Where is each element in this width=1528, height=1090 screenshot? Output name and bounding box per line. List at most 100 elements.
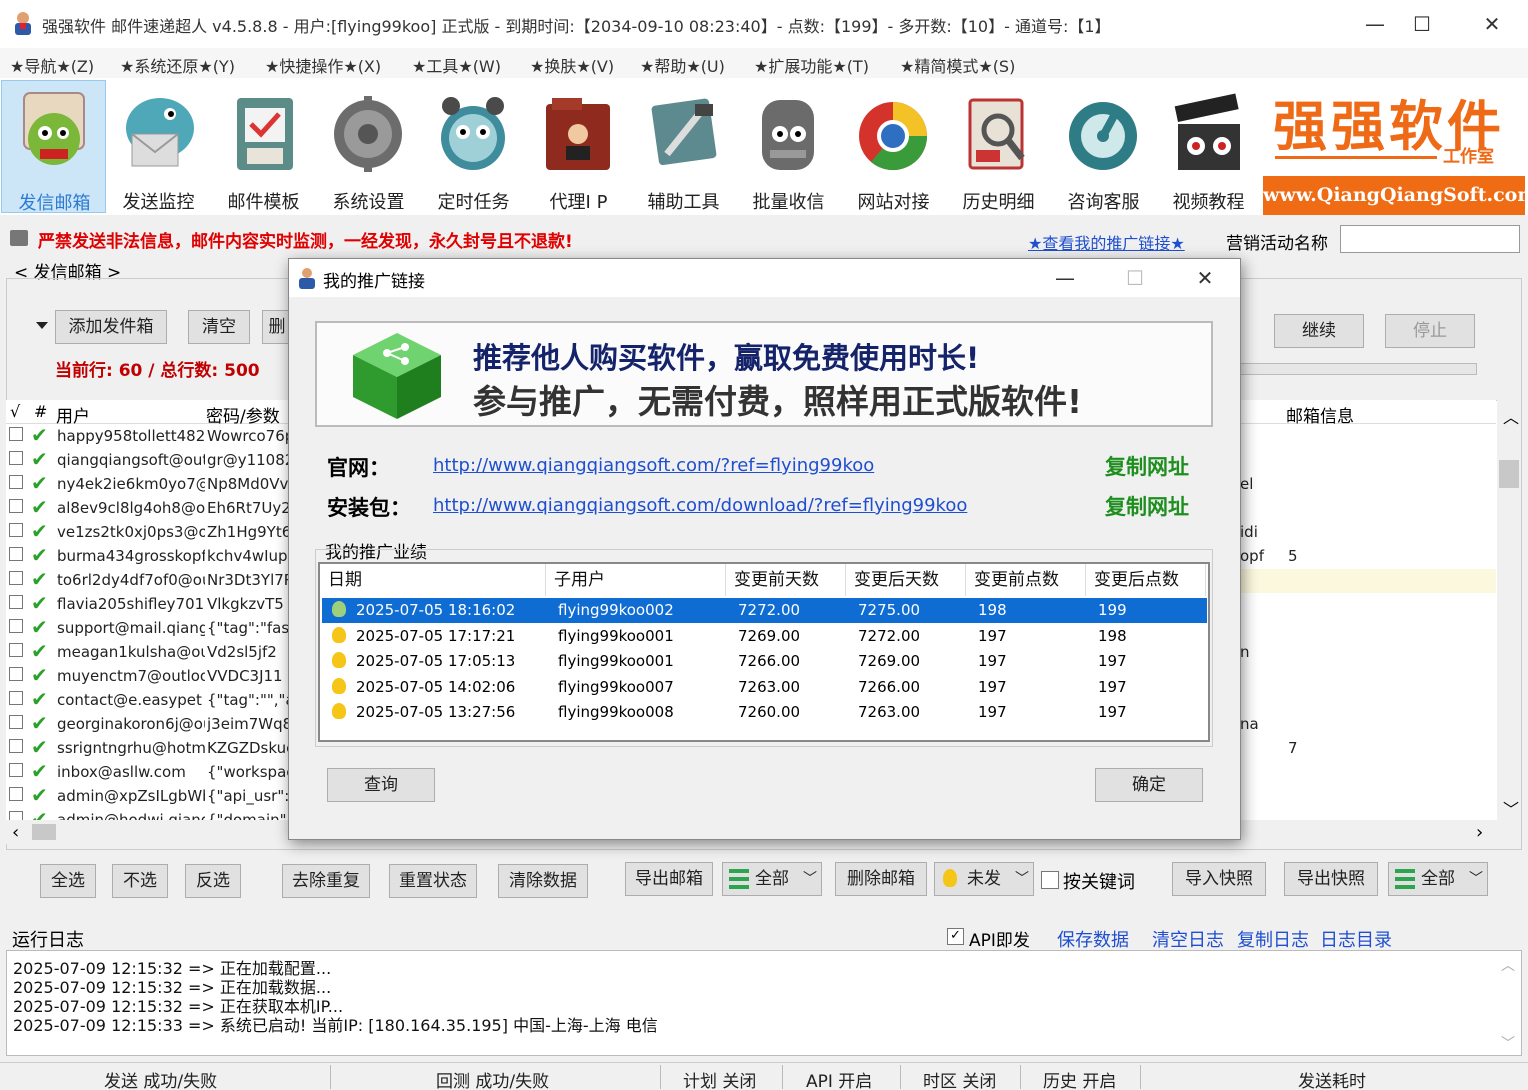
performance-row[interactable]: 2025-07-05 17:05:13 flying99koo001 7266.00…	[322, 649, 1207, 674]
tool-helper[interactable]: 辅助工具	[631, 80, 736, 213]
close-button[interactable]: ✕	[1472, 10, 1512, 38]
row-checkbox[interactable]	[9, 595, 23, 609]
export-snapshot-button[interactable]: 导出快照	[1284, 862, 1378, 896]
snapshot-scope-select[interactable]: 全部 ﹀	[1388, 862, 1488, 896]
import-snapshot-button[interactable]: 导入快照	[1172, 862, 1266, 896]
menu-quick[interactable]: ★快捷操作★(X)	[265, 53, 381, 77]
window-title: 强强软件 邮件速递超人 v4.5.8.8 - 用户:[flying99koo] …	[42, 17, 1111, 36]
row-checkbox[interactable]	[9, 667, 23, 681]
row-checkbox[interactable]	[9, 499, 23, 513]
maximize-button[interactable]: ☐	[1402, 10, 1442, 38]
row-checkbox[interactable]	[9, 691, 23, 705]
scroll-down-icon[interactable]: ﹀	[1503, 796, 1519, 820]
row-checkbox[interactable]	[9, 547, 23, 561]
cell-points-after: 197	[1098, 652, 1127, 670]
clear-button[interactable]: 清空	[188, 310, 250, 344]
tool-settings[interactable]: 系统设置	[316, 80, 421, 213]
success-check-icon: ✔	[31, 473, 48, 495]
status-separator	[782, 1065, 783, 1089]
grid-vertical-scrollbar[interactable]: ︿ ﹀	[1497, 400, 1521, 820]
api-instant-checkbox[interactable]: ✓	[947, 928, 964, 945]
row-info: el	[1240, 475, 1254, 493]
scroll-up-icon[interactable]: ︿	[1501, 955, 1515, 975]
copy-package-url-button[interactable]: 复制网址	[1105, 491, 1189, 521]
scroll-left-icon[interactable]: ‹	[12, 822, 19, 843]
menu-nav[interactable]: ★导航★(Z)	[10, 53, 94, 77]
row-checkbox[interactable]	[9, 715, 23, 729]
copy-log-link[interactable]: 复制日志	[1237, 926, 1309, 952]
select-none-button[interactable]: 不选	[112, 864, 168, 898]
row-checkbox[interactable]	[9, 427, 23, 441]
dialog-close-button[interactable]: ✕	[1185, 264, 1225, 292]
tool-batch-receive[interactable]: 批量收信	[736, 80, 841, 213]
ok-button[interactable]: 确定	[1095, 768, 1203, 802]
campaign-label: 营销活动名称	[1226, 234, 1328, 254]
row-checkbox[interactable]	[9, 739, 23, 753]
menu-simple[interactable]: ★精简模式★(S)	[900, 53, 1015, 77]
export-scope-select[interactable]: 全部 ﹀	[722, 862, 822, 896]
minimize-button[interactable]: —	[1355, 10, 1395, 38]
row-user: ssrigntngrhu@hotma	[57, 739, 205, 757]
tool-sender-mailbox[interactable]: 发信邮箱	[1, 80, 106, 214]
log-box[interactable]: 2025-07-09 12:15:32 => 正在加载配置... 2025-07…	[6, 950, 1522, 1056]
dedupe-button[interactable]: 去除重复	[282, 864, 370, 898]
package-url-link[interactable]: http://www.qiangqiangsoft.com/download/?…	[433, 495, 967, 516]
tool-support[interactable]: 咨询客服	[1051, 80, 1156, 213]
tool-video-tutorial[interactable]: 视频教程	[1156, 80, 1261, 213]
scroll-thumb[interactable]	[1499, 460, 1519, 488]
row-checkbox[interactable]	[9, 643, 23, 657]
keyword-checkbox[interactable]	[1041, 871, 1059, 889]
dropdown-arrow-icon[interactable]	[36, 322, 48, 329]
tool-label: 发送监控	[122, 192, 195, 213]
export-mailbox-button[interactable]: 导出邮箱	[625, 862, 713, 896]
stop-button[interactable]: 停止	[1385, 314, 1475, 348]
menu-help[interactable]: ★帮助★(U)	[640, 53, 725, 77]
campaign-input[interactable]	[1340, 225, 1520, 253]
tool-proxy-ip[interactable]: 代理I P	[526, 80, 631, 213]
clear-log-link[interactable]: 清空日志	[1152, 926, 1224, 952]
log-dir-link[interactable]: 日志目录	[1320, 926, 1392, 952]
tool-mail-template[interactable]: 邮件模板	[211, 80, 316, 213]
send-state-select[interactable]: 未发 ﹀	[934, 862, 1034, 896]
promo-link[interactable]: ★查看我的推广链接★	[1028, 230, 1185, 254]
tool-history[interactable]: 历史明细	[946, 80, 1051, 213]
dialog-minimize-button[interactable]: —	[1045, 264, 1085, 292]
menu-extend[interactable]: ★扩展功能★(T)	[754, 53, 869, 77]
row-checkbox[interactable]	[9, 763, 23, 777]
copy-site-url-button[interactable]: 复制网址	[1105, 451, 1189, 481]
reset-status-button[interactable]: 重置状态	[389, 864, 477, 898]
performance-row[interactable]: 2025-07-05 14:02:06 flying99koo007 7263.00…	[322, 675, 1207, 700]
performance-row[interactable]: 2025-07-05 13:27:56 flying99koo008 7260.00…	[322, 700, 1207, 725]
add-sender-button[interactable]: 添加发件箱	[55, 310, 167, 344]
continue-button[interactable]: 继续	[1274, 314, 1364, 348]
save-data-link[interactable]: 保存数据	[1057, 926, 1129, 952]
scroll-thumb[interactable]	[32, 824, 56, 840]
select-all-button[interactable]: 全选	[40, 864, 96, 898]
performance-row[interactable]: 2025-07-05 17:17:21 flying99koo001 7269.00…	[322, 624, 1207, 649]
invert-selection-button[interactable]: 反选	[185, 864, 241, 898]
brand-sub: 工作室	[1443, 147, 1494, 167]
scroll-down-icon[interactable]: ﹀	[1501, 1033, 1515, 1053]
performance-row[interactable]: 2025-07-05 18:16:02 flying99koo002 7272.00…	[322, 598, 1207, 623]
delete-mailbox-button[interactable]: 删除邮箱	[835, 862, 927, 896]
menu-tools[interactable]: ★工具★(W)	[412, 53, 501, 77]
query-button[interactable]: 查询	[327, 768, 435, 802]
menu-restore[interactable]: ★系统还原★(Y)	[120, 53, 235, 77]
row-checkbox[interactable]	[9, 619, 23, 633]
tool-send-monitor[interactable]: 发送监控	[106, 80, 211, 213]
tool-scheduled-task[interactable]: 定时任务	[421, 80, 526, 213]
brand-url[interactable]: www.QiangQiangSoft.com	[1263, 176, 1528, 215]
scroll-up-icon[interactable]: ︿	[1503, 404, 1519, 428]
tool-website[interactable]: 网站对接	[841, 80, 946, 213]
scroll-right-icon[interactable]: ›	[1476, 822, 1483, 843]
row-checkbox[interactable]	[9, 787, 23, 801]
row-checkbox[interactable]	[9, 451, 23, 465]
row-checkbox[interactable]	[9, 571, 23, 585]
row-checkbox[interactable]	[9, 475, 23, 489]
tools-icon	[643, 88, 723, 180]
menu-skin[interactable]: ★换肤★(V)	[530, 53, 614, 77]
row-checkbox[interactable]	[9, 523, 23, 537]
clear-data-button[interactable]: 清除数据	[498, 864, 588, 898]
row-password: VVDC3J11	[207, 667, 283, 685]
site-url-link[interactable]: http://www.qiangqiangsoft.com/?ref=flyin…	[433, 455, 874, 476]
